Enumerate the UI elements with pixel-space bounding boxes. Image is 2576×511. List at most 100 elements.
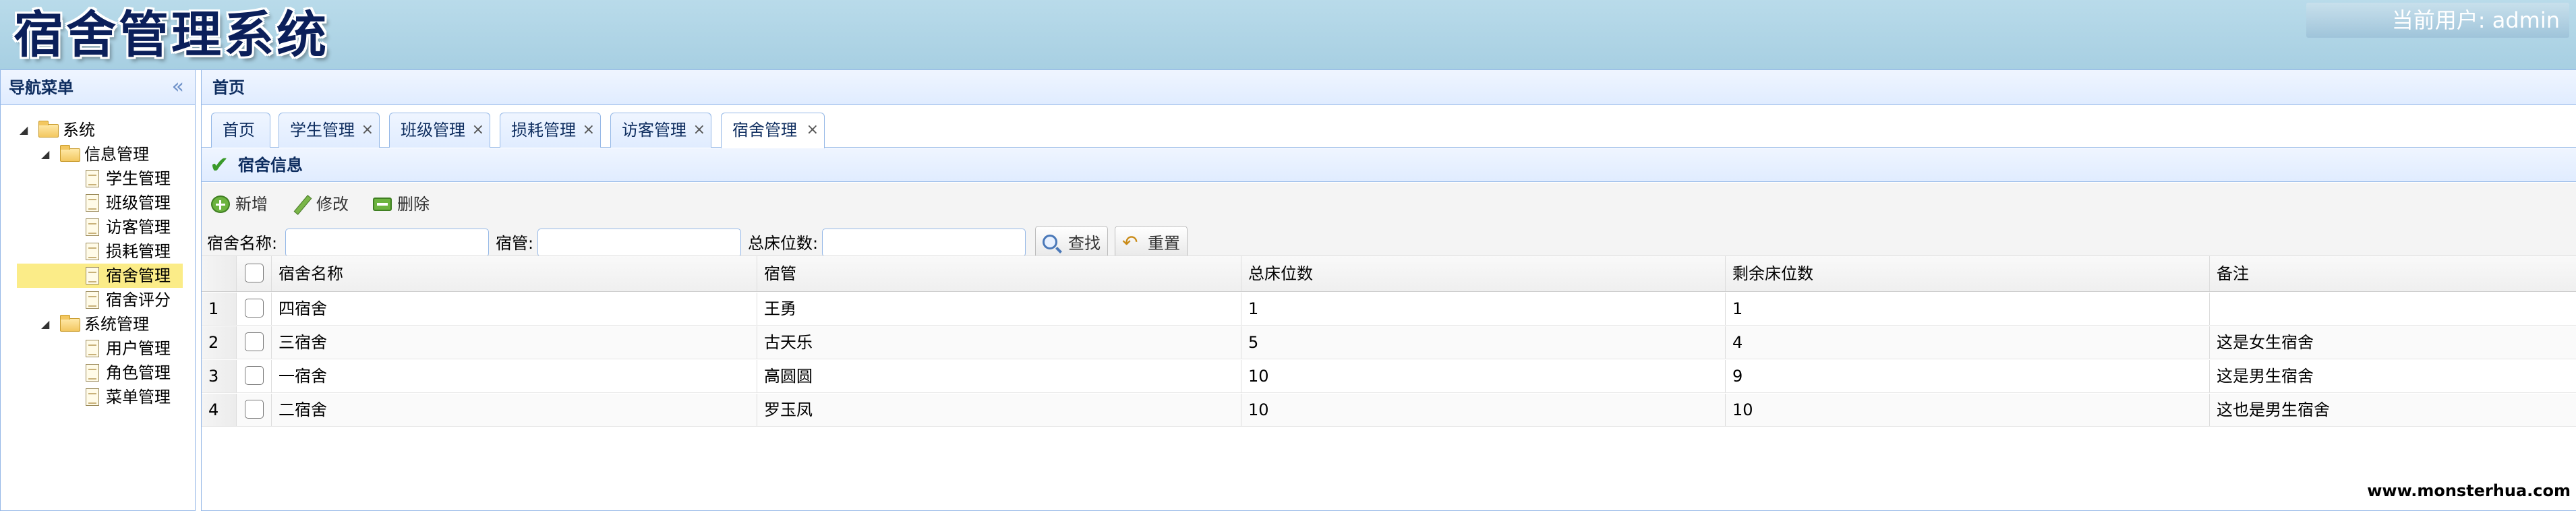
cell-dorm-name: 一宿舍 bbox=[272, 360, 757, 392]
dorm-info-panel-header: ✔ 宿舍信息 bbox=[202, 148, 2576, 182]
column-header[interactable]: 总床位数 bbox=[1241, 256, 1726, 291]
row-checkbox[interactable] bbox=[245, 366, 264, 385]
current-user-box: 当前用户: admin bbox=[2306, 3, 2569, 38]
expand-triangle-icon[interactable]: ◢ bbox=[41, 312, 52, 336]
tree-node-label: 学生管理 bbox=[106, 169, 171, 188]
cell-remark: 这是男生宿舍 bbox=[2210, 360, 2576, 392]
tab-student-management[interactable]: 学生管理 × bbox=[279, 113, 380, 148]
watermark: www.monsterhua.com bbox=[2367, 481, 2571, 500]
tree-node-label: 系统 bbox=[63, 121, 95, 140]
close-icon[interactable]: × bbox=[583, 113, 595, 147]
table-row[interactable]: 3 一宿舍 高圆圆 10 9 这是男生宿舍 bbox=[202, 360, 2576, 393]
dorm-name-input[interactable] bbox=[285, 229, 489, 257]
close-icon[interactable]: × bbox=[472, 113, 484, 147]
nav-title: 导航菜单 bbox=[9, 78, 74, 97]
table-row[interactable]: 4 二宿舍 罗玉凤 10 10 这也是男生宿舍 bbox=[202, 394, 2576, 427]
delete-button-label: 删除 bbox=[397, 195, 430, 214]
tree-node-student-management[interactable]: 学生管理 bbox=[1, 167, 195, 191]
table-row[interactable]: 1 四宿舍 王勇 1 1 bbox=[202, 293, 2576, 326]
manager-input[interactable] bbox=[537, 229, 741, 257]
tab-loss-management[interactable]: 损耗管理 × bbox=[500, 113, 601, 148]
tree-node-visitor-management[interactable]: 访客管理 bbox=[1, 215, 195, 239]
file-icon bbox=[86, 243, 99, 260]
row-number: 1 bbox=[202, 293, 237, 325]
row-select-cell bbox=[237, 326, 272, 359]
close-icon[interactable]: × bbox=[807, 113, 819, 147]
tree-node-dorm-rating[interactable]: 宿舍评分 bbox=[1, 288, 195, 312]
main-header: 首页 bbox=[202, 70, 2576, 105]
cell-remaining-beds: 10 bbox=[1726, 394, 2210, 426]
edit-button-label: 修改 bbox=[316, 195, 349, 214]
row-select-cell bbox=[237, 360, 272, 392]
file-icon bbox=[86, 267, 99, 284]
cell-dorm-name: 二宿舍 bbox=[272, 394, 757, 426]
tree-node-loss-management[interactable]: 损耗管理 bbox=[1, 239, 195, 264]
dorm-name-label: 宿舍名称: bbox=[207, 234, 278, 253]
check-icon: ✔ bbox=[210, 152, 229, 179]
tree-node-system[interactable]: ◢ 系统 bbox=[1, 118, 195, 142]
tree-node-label: 用户管理 bbox=[106, 339, 171, 358]
tab-label: 学生管理 bbox=[290, 121, 355, 140]
cell-remark: 这也是男生宿舍 bbox=[2210, 394, 2576, 426]
tab-bar: 首页 学生管理 × 班级管理 × 损耗管理 × 访客管理 × 宿舍管理 × bbox=[202, 106, 2576, 148]
tab-class-management[interactable]: 班级管理 × bbox=[389, 113, 490, 148]
column-header[interactable]: 剩余床位数 bbox=[1726, 256, 2210, 291]
row-select-cell bbox=[237, 293, 272, 325]
close-icon[interactable]: × bbox=[693, 113, 705, 147]
cell-remaining-beds: 4 bbox=[1726, 326, 2210, 359]
tree-node-label: 菜单管理 bbox=[106, 388, 171, 407]
main-panel: 首页 首页 学生管理 × 班级管理 × 损耗管理 × 访客管理 × 宿舍管理 ×… bbox=[201, 70, 2576, 511]
column-header[interactable]: 宿管 bbox=[757, 256, 1241, 291]
search-button-label: 查找 bbox=[1068, 234, 1101, 253]
nav-header: 导航菜单 « bbox=[1, 70, 195, 105]
tree-node-label: 宿舍管理 bbox=[106, 266, 171, 285]
manager-label: 宿管: bbox=[496, 234, 534, 253]
row-checkbox[interactable] bbox=[245, 332, 264, 351]
tree-node-label: 角色管理 bbox=[106, 363, 171, 382]
cell-dorm-name: 三宿舍 bbox=[272, 326, 757, 359]
tree-node-label: 信息管理 bbox=[84, 145, 149, 164]
pencil-icon bbox=[292, 196, 311, 213]
main-title: 首页 bbox=[212, 78, 245, 97]
total-beds-input[interactable] bbox=[822, 229, 1026, 257]
tab-label: 损耗管理 bbox=[511, 121, 576, 140]
tab-dorm-management[interactable]: 宿舍管理 × bbox=[721, 113, 825, 148]
current-user-label: 当前用户: bbox=[2391, 7, 2486, 33]
tree-node-role-management[interactable]: 角色管理 bbox=[1, 361, 195, 385]
app-title: 宿舍管理系统 bbox=[13, 6, 329, 64]
tree-node-menu-management[interactable]: 菜单管理 bbox=[1, 385, 195, 409]
table-row[interactable]: 2 三宿舍 古天乐 5 4 这是女生宿舍 bbox=[202, 326, 2576, 359]
current-user-name[interactable]: admin bbox=[2492, 7, 2560, 33]
reset-icon: ↶ bbox=[1122, 231, 1138, 253]
tree-node-system-management[interactable]: ◢ 系统管理 bbox=[1, 312, 195, 336]
delete-button[interactable]: 删除 bbox=[370, 189, 430, 219]
expand-triangle-icon[interactable]: ◢ bbox=[41, 142, 52, 167]
file-icon bbox=[86, 194, 99, 212]
folder-open-icon bbox=[60, 145, 80, 162]
close-icon[interactable]: × bbox=[361, 113, 374, 147]
total-beds-label: 总床位数: bbox=[748, 234, 819, 253]
tree-node-class-management[interactable]: 班级管理 bbox=[1, 191, 195, 215]
cell-total-beds: 5 bbox=[1241, 326, 1726, 359]
tree-node-dorm-management[interactable]: 宿舍管理 bbox=[17, 264, 183, 288]
expand-triangle-icon[interactable]: ◢ bbox=[20, 118, 30, 142]
add-button[interactable]: 新增 bbox=[208, 189, 268, 219]
select-all-checkbox[interactable] bbox=[245, 264, 264, 282]
tree-node-user-management[interactable]: 用户管理 bbox=[1, 336, 195, 361]
tab-home[interactable]: 首页 bbox=[211, 113, 270, 148]
row-checkbox[interactable] bbox=[245, 299, 264, 318]
table-header: 宿舍名称 宿管 总床位数 剩余床位数 备注 bbox=[202, 256, 2576, 292]
cell-remaining-beds: 1 bbox=[1726, 293, 2210, 325]
column-header[interactable]: 宿舍名称 bbox=[272, 256, 757, 291]
tree-node-label: 系统管理 bbox=[84, 315, 149, 334]
add-button-label: 新增 bbox=[235, 195, 268, 214]
row-number: 3 bbox=[202, 360, 237, 392]
file-icon bbox=[86, 170, 99, 187]
row-checkbox[interactable] bbox=[245, 400, 264, 419]
folder-open-icon bbox=[60, 315, 80, 332]
tab-visitor-management[interactable]: 访客管理 × bbox=[610, 113, 711, 148]
edit-button[interactable]: 修改 bbox=[289, 189, 349, 219]
tree-node-info-management[interactable]: ◢ 信息管理 bbox=[1, 142, 195, 167]
collapse-left-icon[interactable]: « bbox=[172, 70, 184, 104]
column-header[interactable]: 备注 bbox=[2210, 256, 2576, 291]
